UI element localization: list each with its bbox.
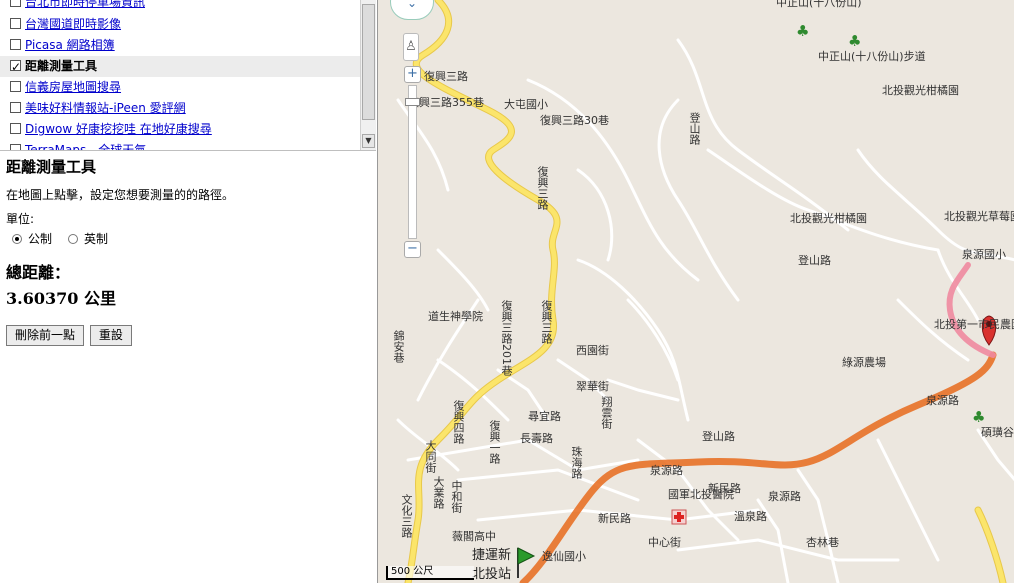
map-label: 大同街 [424,440,437,473]
map-label: 泉源國小 [962,248,1006,261]
checkbox[interactable] [10,81,21,92]
layer-item-parking[interactable]: 台北市即時停車場資訊 [0,0,360,13]
layer-link[interactable]: 美味好料情報站-iPeen 愛評網 [25,101,186,115]
layer-link[interactable]: Digwow 好康挖挖哇 在地好康搜尋 [25,122,212,136]
zoom-slider-knob[interactable] [405,98,420,106]
checkbox[interactable] [10,123,21,134]
map-label: 尋宜路 [528,410,561,423]
layer-list-scrollbar[interactable]: ▼ [360,0,376,150]
zoom-slider-track[interactable] [408,85,417,239]
map-label: 復興三路 [540,300,553,344]
layer-link[interactable]: 台灣國道即時影像 [25,17,121,31]
map-label: 溫泉路 [734,510,767,523]
layer-link[interactable]: 信義房屋地圖搜尋 [25,80,121,94]
layer-item-sinyi[interactable]: 信義房屋地圖搜尋 [0,77,360,98]
map-label: 中心街 [648,536,681,549]
map-label: 登山路 [688,112,701,145]
tool-buttons: 刪除前一點 重設 [6,325,366,346]
distance-tool-panel: 距離測量工具 在地圖上點擊，設定您想要測量的的路徑。 單位: 公制 英制 總距離：… [6,156,366,346]
map-label: 文化三路 [400,494,413,538]
map-label: 復興三路 [536,166,549,210]
map-label: 杏林巷 [806,536,839,549]
map-label: 泉源路 [650,464,683,477]
map-label: 北投第一市民農園 [934,318,1014,331]
layer-item-terramaps[interactable]: TerraMaps - 全球天氣 [0,140,360,150]
svg-text:♣: ♣ [796,22,809,40]
measure-path [519,262,997,583]
unit-imperial-label: 英制 [84,232,109,246]
map-canvas[interactable]: ♣ ♣ ♣ 中正山(十八份山) 中正山(十八份山)步道 北投觀光柑橘園 北投觀光… [377,0,1014,583]
scale-bar: 500 公尺 [386,566,474,580]
radio-metric[interactable] [12,234,22,244]
layer-link[interactable]: 距離測量工具 [25,59,97,73]
layer-item-ipeen[interactable]: 美味好料情報站-iPeen 愛評網 [0,98,360,119]
total-distance-label: 總距離： [6,263,71,282]
checkbox[interactable] [10,18,21,29]
mrt-station-label: 捷運新北投站 [472,548,512,582]
map-label: 中和街 [450,480,463,513]
layer-item-picasa[interactable]: Picasa 網路相簿 [0,35,360,56]
unit-metric-option[interactable]: 公制 [12,230,52,247]
delete-last-point-button[interactable]: 刪除前一點 [6,325,85,346]
layer-list: 台北市即時停車場資訊 台灣國道即時影像 Picasa 網路相簿 距離測量工具 信… [0,0,376,151]
scroll-thumb[interactable] [362,4,375,120]
layer-item-digwow[interactable]: Digwow 好康挖挖哇 在地好康搜尋 [0,119,360,140]
map-label: 泉源路 [926,394,959,407]
map-label: 翔雲街 [600,396,613,429]
reset-button[interactable]: 重設 [89,325,132,346]
map-label: 翠華街 [576,380,609,393]
zoom-in-button[interactable]: + [404,66,421,83]
scroll-down-arrow-icon[interactable]: ▼ [362,134,375,148]
radio-imperial[interactable] [68,234,79,244]
map-label: 北投觀光柑橘園 [790,212,867,225]
layer-item-highway-cam[interactable]: 台灣國道即時影像 [0,14,360,35]
map-label: 西園街 [576,344,609,357]
checkbox[interactable] [10,102,21,113]
layer-link[interactable]: TerraMaps - 全球天氣 [25,143,146,150]
map-label: 中正山(十八份山)步道 [818,50,926,63]
map-label: 碩璜谷遊憩區 [981,426,1014,439]
unit-imperial-option[interactable]: 英制 [68,230,108,247]
unit-metric-label: 公制 [28,232,53,246]
unit-label: 單位: [6,212,35,226]
map-label: 復興三路 [424,70,468,83]
map-label: 新民路 [708,482,741,495]
layer-link[interactable]: 台北市即時停車場資訊 [25,0,145,9]
checkbox[interactable] [10,39,21,50]
checkbox[interactable] [10,0,21,7]
chevron-down-icon[interactable]: ⌄ [407,0,417,10]
tool-title: 距離測量工具 [6,158,97,176]
map-label: 北投觀光柑橘園 [882,84,959,97]
map-label: 道生神學院 [428,310,483,323]
map-label: 登山路 [702,430,735,443]
layer-link[interactable]: Picasa 網路相簿 [25,38,115,52]
map-label: 薇閣高中 [452,530,496,543]
map-label: 中正山(十八份山) [776,0,862,9]
map-label: 復興三路201巷 [500,300,513,376]
map-label: 新民路 [598,512,631,525]
layer-item-distance-tool[interactable]: 距離測量工具 [0,56,360,78]
map-label: 復興三路30巷 [540,114,609,127]
map-label: 珠海路 [570,446,583,479]
left-panel: 台北市即時停車場資訊 台灣國道即時影像 Picasa 網路相簿 距離測量工具 信… [0,0,376,583]
map-label: 大屯國小 [504,98,548,111]
checkbox[interactable] [10,144,21,150]
hospital-marker [671,509,687,525]
map-label: 逸仙國小 [542,550,586,563]
map-label: 長壽路 [520,432,553,445]
map-label: 錦安巷 [392,330,405,363]
checkbox[interactable] [10,57,21,78]
map-label: 綠源農場 [842,356,886,369]
map-label: 泉源路 [768,490,801,503]
total-distance-value: 3.60370 公里 [6,289,116,308]
unit-options: 公制 英制 [6,230,366,247]
map-label: 登山路 [798,254,831,267]
map-label: 大業路 [432,476,445,509]
map-label: 北投觀光草莓園(豐田草莓園) [944,210,1014,223]
street-view-pegman-icon[interactable]: ♙ [403,33,419,61]
map-label: 復興一路 [488,420,501,464]
zoom-out-button[interactable]: − [404,241,421,258]
tool-description: 在地圖上點擊，設定您想要測量的的路徑。 [6,188,235,202]
map-label: 復興四路 [452,400,465,444]
